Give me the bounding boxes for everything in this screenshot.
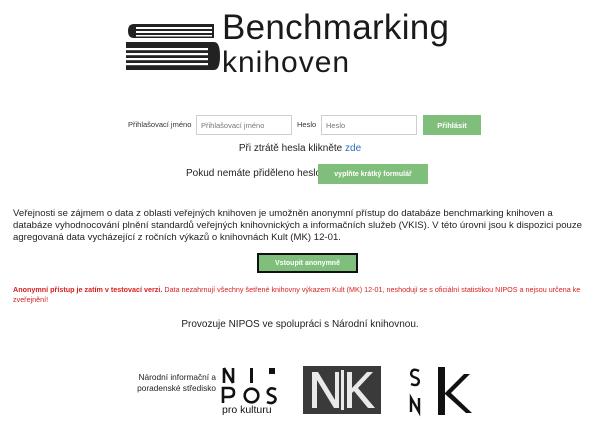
anonymous-access-info: Veřejnosti se zájmem o data z oblasti ve… [13, 208, 583, 244]
site-title: Benchmarking [222, 8, 450, 47]
warning-bold-text: Anonymní přístup je zatím v testovací ve… [13, 285, 163, 294]
short-form-button[interactable]: vyplňte krátký formulář [318, 164, 428, 184]
nipos-logo[interactable]: pro kulturu [220, 365, 288, 417]
site-subtitle: knihoven [222, 46, 351, 79]
nk-logo[interactable] [303, 366, 381, 414]
username-label: Přihlašovací jméno [128, 120, 192, 129]
username-input[interactable] [196, 115, 292, 135]
operator-note: Provozuje NIPOS ve spolupráci s Národní … [181, 319, 419, 330]
anonymous-access-button[interactable]: Vstoupit anonymně [259, 255, 356, 271]
forgot-password-line: Při ztrátě hesla klikněte zde [0, 143, 600, 155]
snk-logo[interactable] [408, 365, 474, 417]
password-input[interactable] [321, 115, 417, 135]
anonymous-button-frame: Vstoupit anonymně [257, 253, 358, 273]
nipos-caption: Národní informační a poradenské středisk… [137, 372, 216, 393]
nipos-tagline: pro kulturu [222, 404, 272, 416]
forgot-password-text: Při ztrátě hesla klikněte [238, 143, 343, 154]
login-button[interactable]: Přihlásit [423, 115, 481, 135]
password-label: Heslo [297, 120, 317, 129]
books-stack-icon [122, 18, 220, 74]
test-version-warning: Anonymní přístup je zatím v testovací ve… [13, 285, 588, 305]
forgot-password-link[interactable]: zde [345, 143, 361, 154]
no-password-text: Pokud nemáte přiděleno heslo [186, 168, 322, 179]
